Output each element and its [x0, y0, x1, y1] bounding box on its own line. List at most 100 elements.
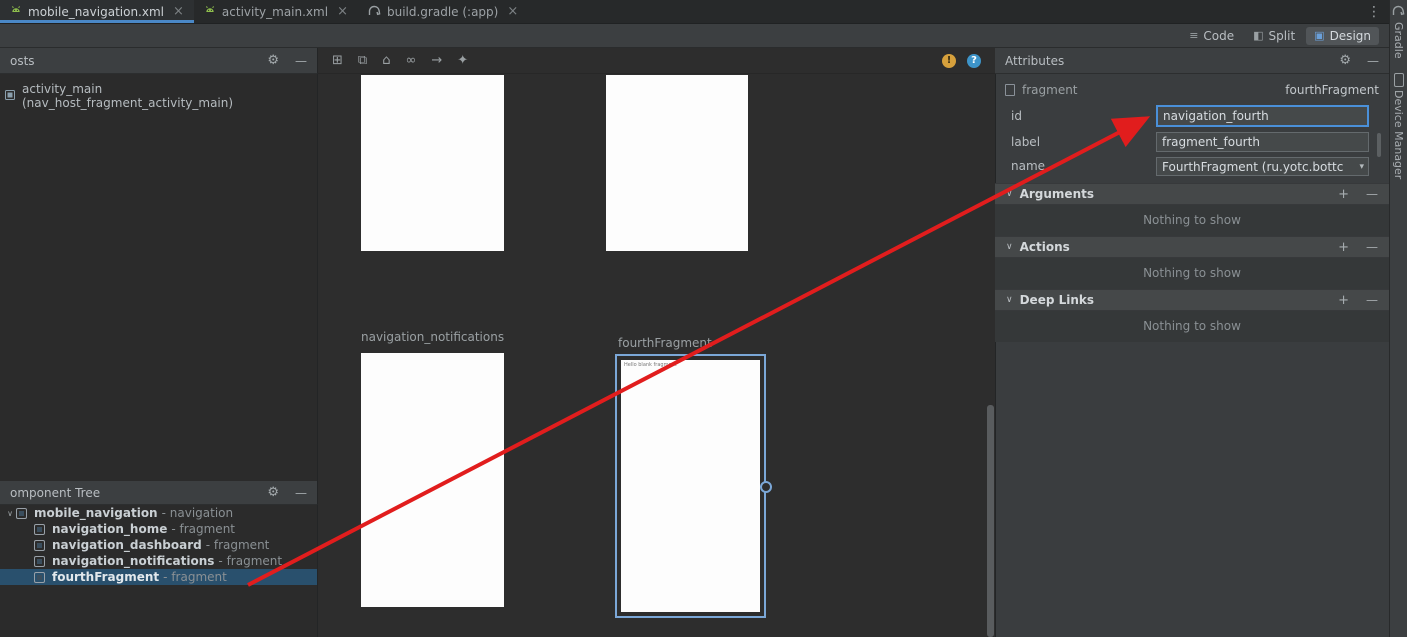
- section-title: Arguments: [1020, 187, 1094, 201]
- auto-arrange-icon[interactable]: ✦: [457, 53, 468, 68]
- android-studio-window: mobile_navigation.xml × activity_main.xm…: [0, 0, 1407, 637]
- name-label: name: [1011, 159, 1045, 173]
- android-file-icon: [204, 4, 216, 19]
- chevron-down-icon: ▾: [1357, 162, 1366, 172]
- fragment-preview-notifications[interactable]: [361, 353, 504, 607]
- fragment-preview-fourthfragment[interactable]: [621, 360, 760, 612]
- tab-mobile-navigation-xml[interactable]: mobile_navigation.xml ×: [0, 0, 194, 23]
- code-icon: ≡: [1189, 29, 1198, 42]
- host-item-activity-main[interactable]: activity_main (nav_host_fragment_activit…: [0, 74, 317, 110]
- warning-icon[interactable]: !: [942, 54, 956, 68]
- close-icon[interactable]: ×: [507, 4, 518, 19]
- close-icon[interactable]: ×: [337, 4, 348, 19]
- tree-item-name: navigation_notifications: [52, 554, 214, 568]
- right-tool-strip: Gradle Device Manager: [1389, 0, 1407, 637]
- fragment-icon: [34, 572, 45, 583]
- fragment-icon: [34, 556, 45, 567]
- help-icon[interactable]: ?: [967, 54, 981, 68]
- tree-item-name: navigation_home: [52, 522, 167, 536]
- attributes-title: Attributes: [1005, 54, 1064, 68]
- section-header-actions[interactable]: ∨ Actions + —: [995, 236, 1389, 258]
- remove-icon[interactable]: —: [1366, 293, 1378, 307]
- component-tree-header: omponent Tree ⚙ —: [0, 481, 318, 505]
- gradle-tool-window-button[interactable]: Gradle: [1392, 22, 1405, 59]
- tree-item-name: mobile_navigation: [34, 506, 158, 520]
- tree-item-mobile-navigation[interactable]: ∨ mobile_navigation - navigation: [0, 505, 317, 521]
- canvas-vertical-scrollbar[interactable]: [987, 405, 994, 637]
- attributes-scrollbar[interactable]: [1377, 133, 1381, 157]
- add-destination-icon[interactable]: ⊞: [332, 53, 343, 68]
- label-label: label: [1011, 135, 1040, 149]
- component-type: fragment: [1022, 83, 1078, 97]
- hide-panel-icon[interactable]: —: [295, 486, 307, 500]
- tree-item-fourthfragment[interactable]: fourthFragment - fragment: [0, 569, 317, 585]
- navigation-graph-icon: [16, 508, 27, 519]
- id-label: id: [1011, 109, 1022, 123]
- chevron-down-icon: ∨: [1006, 189, 1013, 199]
- design-view-button[interactable]: ▣ Design: [1306, 27, 1379, 45]
- tab-label: activity_main.xml: [222, 5, 328, 19]
- gear-icon[interactable]: ⚙: [267, 53, 279, 68]
- split-view-button[interactable]: ◧ Split: [1245, 27, 1303, 45]
- section-header-deep-links[interactable]: ∨ Deep Links + —: [995, 289, 1389, 311]
- fragment-preview-text: Hello blank fragment: [624, 362, 694, 368]
- hosts-panel-header: osts ⚙ —: [0, 48, 318, 74]
- attribute-row-name: name FourthFragment (ru.yotc.bottc ▾: [995, 155, 1389, 179]
- component-id: fourthFragment: [1285, 83, 1379, 97]
- tree-item-name: fourthFragment: [52, 570, 159, 584]
- tree-item-navigation-home[interactable]: navigation_home - fragment: [0, 521, 317, 537]
- fragment-preview-dashboard[interactable]: [606, 75, 748, 251]
- label-input[interactable]: [1156, 132, 1369, 152]
- close-icon[interactable]: ×: [173, 4, 184, 19]
- tab-activity-main-xml[interactable]: activity_main.xml ×: [194, 0, 358, 23]
- tree-item-name: navigation_dashboard: [52, 538, 202, 552]
- id-input[interactable]: [1156, 105, 1369, 127]
- device-manager-tool-window-button[interactable]: Device Manager: [1392, 90, 1405, 179]
- section-title: Deep Links: [1020, 293, 1094, 307]
- remove-icon[interactable]: —: [1366, 240, 1378, 254]
- gradle-file-icon: [368, 5, 381, 19]
- hosts-panel-title: osts: [10, 54, 35, 68]
- add-icon[interactable]: +: [1338, 187, 1349, 202]
- remove-icon[interactable]: —: [1366, 187, 1378, 201]
- hide-panel-icon[interactable]: —: [295, 54, 307, 68]
- component-tree-title: omponent Tree: [10, 486, 100, 500]
- fragment-preview-home[interactable]: [361, 75, 504, 251]
- action-handle[interactable]: [760, 481, 772, 493]
- name-dropdown[interactable]: FourthFragment (ru.yotc.bottc ▾: [1156, 157, 1369, 176]
- duplicate-icon[interactable]: ⧉: [358, 53, 367, 68]
- tree-item-type: - fragment: [206, 538, 270, 552]
- more-options-icon[interactable]: ⋮: [1367, 4, 1381, 20]
- destination-label-notifications: navigation_notifications: [361, 330, 504, 344]
- add-icon[interactable]: +: [1338, 240, 1349, 255]
- device-manager-icon[interactable]: [1394, 73, 1404, 87]
- android-file-icon: [10, 4, 22, 19]
- destination-label-fourthfragment: fourthFragment: [618, 336, 712, 350]
- tree-item-type: - fragment: [171, 522, 235, 536]
- gear-icon[interactable]: ⚙: [1339, 53, 1351, 68]
- tree-item-navigation-dashboard[interactable]: navigation_dashboard - fragment: [0, 537, 317, 553]
- actions-empty-text: Nothing to show: [995, 258, 1389, 289]
- editor-mode-bar: ≡ Code ◧ Split ▣ Design: [0, 24, 1389, 48]
- hide-panel-icon[interactable]: —: [1367, 54, 1379, 68]
- attribute-row-id: id: [995, 105, 1389, 129]
- gear-icon[interactable]: ⚙: [267, 485, 279, 500]
- split-icon: ◧: [1253, 29, 1263, 42]
- tab-build-gradle[interactable]: build.gradle (:app) ×: [358, 0, 528, 23]
- link-icon[interactable]: ∞: [405, 53, 416, 68]
- add-icon[interactable]: +: [1338, 293, 1349, 308]
- code-label: Code: [1203, 29, 1234, 43]
- fragment-icon: [1005, 84, 1015, 96]
- chevron-down-icon[interactable]: ∨: [4, 509, 16, 518]
- canvas-toolbar: ⊞ ⧉ ⌂ ∞ → ✦ ! ?: [318, 48, 995, 74]
- hosts-panel-content: activity_main (nav_host_fragment_activit…: [0, 74, 318, 481]
- tree-item-navigation-notifications[interactable]: navigation_notifications - fragment: [0, 553, 317, 569]
- action-arrow-icon[interactable]: →: [431, 53, 442, 68]
- code-view-button[interactable]: ≡ Code: [1181, 27, 1242, 45]
- section-header-arguments[interactable]: ∨ Arguments + —: [995, 183, 1389, 205]
- chevron-down-icon: ∨: [1006, 242, 1013, 252]
- selected-component-row: fragment fourthFragment: [995, 80, 1389, 100]
- editor-tab-bar: mobile_navigation.xml × activity_main.xm…: [0, 0, 1389, 24]
- gradle-icon[interactable]: [1392, 5, 1405, 19]
- home-destination-icon[interactable]: ⌂: [382, 53, 390, 68]
